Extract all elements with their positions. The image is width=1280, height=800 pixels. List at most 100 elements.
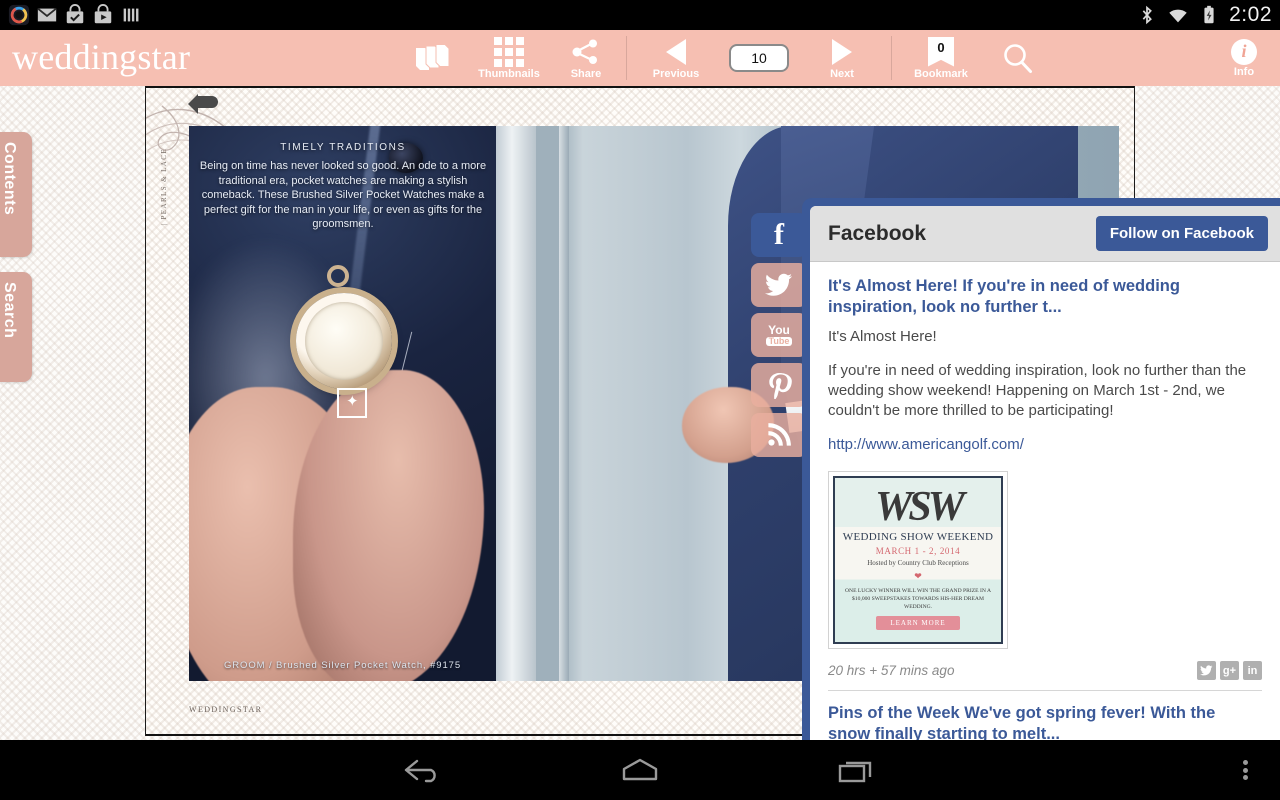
ad-dates: MARCH 1 - 2, 2014: [875, 546, 961, 556]
share-label: Share: [570, 67, 602, 80]
post-share-buttons: g+ in: [1197, 661, 1262, 680]
wifi-icon: [1169, 9, 1187, 23]
post-link[interactable]: http://www.americangolf.com/: [828, 435, 1262, 455]
pinterest-icon: [769, 373, 792, 399]
social-rail: f You Tube: [751, 213, 807, 463]
tasks-icon: [66, 4, 84, 24]
ad-host: Hosted by Country Club Receptions: [867, 559, 969, 567]
battery-charging-icon: [1204, 5, 1214, 24]
page-number-input[interactable]: 10: [729, 44, 789, 72]
recent-apps-icon: [838, 761, 872, 783]
status-system-icons: 2:02: [1136, 0, 1272, 30]
overflow-menu-icon: [1242, 758, 1248, 783]
social-youtube-button[interactable]: You Tube: [751, 313, 807, 357]
spread-top-rule: [146, 86, 1134, 88]
facebook-post: Pins of the Week We've got spring fever!…: [828, 703, 1262, 740]
nav-back-button[interactable]: [388, 740, 458, 800]
next-arrow-icon: [832, 37, 852, 67]
facebook-post: It's Almost Here! If you're in need of w…: [828, 276, 1262, 691]
twitter-share-icon[interactable]: [1197, 661, 1216, 680]
previous-button[interactable]: Previous: [633, 30, 719, 86]
app-toolbar: weddingstar Thumbnails Share Previous 10…: [0, 30, 1280, 86]
thumbnails-label: Thumbnails: [478, 67, 540, 80]
facebook-panel-header: Facebook Follow on Facebook: [810, 206, 1280, 262]
photo-caption: GROOM / Brushed Silver Pocket Watch, #91…: [223, 660, 462, 671]
linkedin-share-icon[interactable]: in: [1243, 661, 1262, 680]
bookmark-label: Bookmark: [914, 67, 968, 80]
bookmark-button[interactable]: 0 Bookmark: [898, 30, 984, 86]
toolbar-actions: Thumbnails Share Previous 10 Next 0 Book…: [398, 30, 1052, 86]
ad-heart-icon: ❤: [914, 571, 922, 581]
play-store-icon: [94, 4, 112, 24]
post-title[interactable]: It's Almost Here! If you're in need of w…: [828, 276, 1262, 318]
library-button[interactable]: [398, 30, 466, 86]
back-arrow-overlay-icon[interactable]: [184, 88, 228, 122]
rss-icon: [768, 423, 791, 446]
page-body-text: Being on time has never looked so good. …: [199, 160, 487, 230]
bluetooth-icon: [1142, 5, 1153, 25]
facebook-panel-title: Facebook: [828, 221, 927, 245]
nav-recent-apps-button[interactable]: [822, 740, 892, 800]
contents-tab-label: Contents: [1, 142, 18, 216]
social-twitter-button[interactable]: [751, 263, 807, 307]
hotspot-star-icon: ✦: [346, 393, 359, 410]
grid-icon: [494, 36, 524, 67]
ad-learn-more-button[interactable]: LEARN MORE: [876, 616, 960, 630]
share-button[interactable]: Share: [552, 30, 620, 86]
toolbar-divider-1: [626, 36, 627, 80]
page-hotspot-marker[interactable]: ✦: [337, 388, 367, 418]
photo-watch-crown: [327, 264, 350, 287]
screen: 2:02 weddingstar Thumbnails Share Previo…: [0, 0, 1280, 800]
nav-home-button[interactable]: [605, 740, 675, 800]
android-status-bar: 2:02: [0, 0, 1280, 30]
post-body: If you're in need of wedding inspiration…: [828, 362, 1247, 419]
thumbnails-button[interactable]: Thumbnails: [466, 30, 552, 86]
follow-on-facebook-button[interactable]: Follow on Facebook: [1095, 216, 1268, 251]
status-notification-icons: [8, 0, 142, 30]
home-icon: [622, 758, 658, 781]
page-kicker: TIMELY TRADITIONS: [280, 142, 406, 153]
info-label: Info: [1233, 65, 1255, 78]
ad-fine-print: ONE LUCKY WINNER WILL WIN THE GRAND PRIZ…: [845, 588, 991, 610]
social-facebook-button[interactable]: f: [751, 213, 807, 257]
facebook-feed[interactable]: It's Almost Here! If you're in need of w…: [810, 262, 1280, 740]
twitter-icon: [765, 273, 792, 296]
youtube-icon: You Tube: [765, 323, 793, 346]
ad-heading: WEDDING SHOW WEEKEND: [842, 531, 994, 543]
search-button[interactable]: [984, 30, 1052, 86]
info-button[interactable]: i Info: [1216, 30, 1272, 86]
nav-overflow-menu-button[interactable]: [1220, 740, 1270, 800]
status-clock: 2:02: [1229, 2, 1272, 26]
wedding-show-weekend-ad: WSW WEDDING SHOW WEEKEND MARCH 1 - 2, 20…: [833, 476, 1003, 644]
sidebar-tab-search[interactable]: Search: [0, 272, 32, 382]
page-side-label: | PEARLS & LACE: [160, 148, 168, 226]
book-stack-icon: [412, 43, 452, 73]
bars-icon: [123, 8, 139, 22]
next-button[interactable]: Next: [799, 30, 885, 86]
next-label: Next: [830, 67, 854, 80]
search-tab-label: Search: [1, 282, 18, 339]
page-footer-brand: WEDDINGSTAR: [189, 705, 263, 714]
back-icon: [404, 759, 436, 783]
post-lead: It's Almost Here!: [828, 328, 937, 345]
bookmark-count: 0: [937, 39, 945, 55]
search-icon: [1001, 43, 1035, 73]
photo-door-frame: [559, 126, 570, 681]
post-image[interactable]: WSW WEDDING SHOW WEEKEND MARCH 1 - 2, 20…: [828, 471, 1008, 649]
youtube-you-text: You: [768, 323, 790, 337]
social-rss-button[interactable]: [751, 413, 807, 457]
ad-monogram: WSW: [874, 484, 965, 530]
post-title[interactable]: Pins of the Week We've got spring fever!…: [828, 703, 1262, 740]
app-logo: weddingstar: [12, 37, 191, 78]
photo-pocket-watch: [296, 292, 393, 389]
post-meta: 20 hrs + 57 mins ago g+ in: [828, 661, 1262, 691]
reader-stage: Contents Search | PEARLS & LACE TIMELY T…: [0, 86, 1280, 740]
facebook-icon: f: [774, 218, 784, 251]
social-pinterest-button[interactable]: [751, 363, 807, 407]
googleplus-share-icon[interactable]: g+: [1220, 661, 1239, 680]
previous-arrow-icon: [666, 37, 686, 67]
sidebar-tab-contents[interactable]: Contents: [0, 132, 32, 257]
post-timestamp: 20 hrs + 57 mins ago: [828, 663, 955, 678]
toolbar-divider-2: [891, 36, 892, 80]
app-circle-icon: [8, 4, 30, 26]
